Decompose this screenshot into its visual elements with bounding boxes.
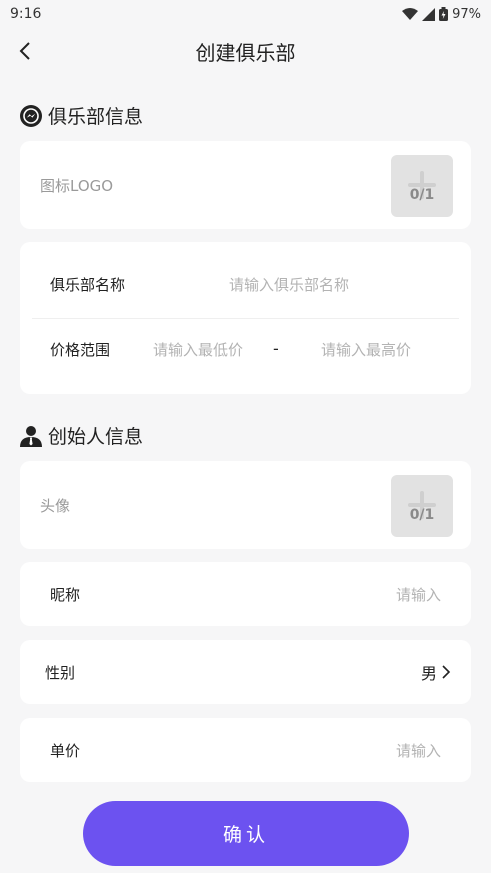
status-bar: 9:16 97% [0, 0, 491, 28]
club-details-card: 俱乐部名称 请输入俱乐部名称 价格范围 请输入最低价 - 请输入最高价 [20, 242, 471, 394]
avatar-label: 头像 [40, 496, 71, 515]
back-button[interactable] [12, 38, 38, 64]
gender-label: 性别 [45, 663, 76, 682]
price-separator: - [273, 339, 279, 358]
logo-upload-button[interactable]: 0/1 [391, 155, 453, 217]
avatar-upload-card: 头像 0/1 [20, 461, 471, 549]
unit-price-input[interactable]: 请输入 [396, 718, 441, 782]
wifi-icon [402, 7, 419, 21]
avatar-count: 0/1 [409, 507, 435, 523]
logo-label: 图标LOGO [40, 176, 114, 195]
club-name-input[interactable]: 请输入俱乐部名称 [229, 274, 349, 295]
gender-selector[interactable]: 男 [421, 640, 451, 704]
club-name-label: 俱乐部名称 [50, 276, 126, 294]
logo-upload-card: 图标LOGO 0/1 [20, 141, 471, 229]
price-max-input[interactable]: 请输入最高价 [321, 339, 411, 360]
battery-percent: 97% [452, 6, 481, 22]
avatar-upload-button[interactable]: 0/1 [391, 475, 453, 537]
gender-card[interactable]: 性别 男 [20, 640, 471, 704]
nav-bar: 创建俱乐部 [0, 28, 491, 74]
chevron-right-icon [442, 665, 451, 679]
divider [32, 318, 459, 319]
status-time: 9:16 [10, 6, 42, 22]
gender-value: 男 [420, 664, 437, 683]
battery-icon [439, 7, 449, 21]
chevron-left-icon [19, 42, 30, 60]
nickname-card: 昵称 请输入 [20, 562, 471, 626]
unit-price-label: 单价 [50, 741, 81, 760]
cellular-signal-icon [422, 7, 436, 21]
founder-info-title: 创始人信息 [48, 426, 144, 448]
nickname-label: 昵称 [50, 585, 81, 604]
page-title: 创建俱乐部 [195, 40, 296, 65]
messenger-icon [20, 104, 42, 127]
price-min-input[interactable]: 请输入最低价 [153, 339, 243, 360]
club-info-title: 俱乐部信息 [48, 106, 144, 128]
nickname-input[interactable]: 请输入 [396, 562, 441, 626]
club-info-header: 俱乐部信息 [20, 102, 143, 129]
person-icon [20, 425, 42, 447]
unit-price-card: 单价 请输入 [20, 718, 471, 782]
status-icons: 97% [402, 7, 481, 22]
logo-count: 0/1 [409, 187, 435, 203]
founder-info-header: 创始人信息 [20, 422, 143, 449]
confirm-button[interactable]: 确认 [83, 801, 409, 866]
price-range-label: 价格范围 [50, 341, 111, 359]
